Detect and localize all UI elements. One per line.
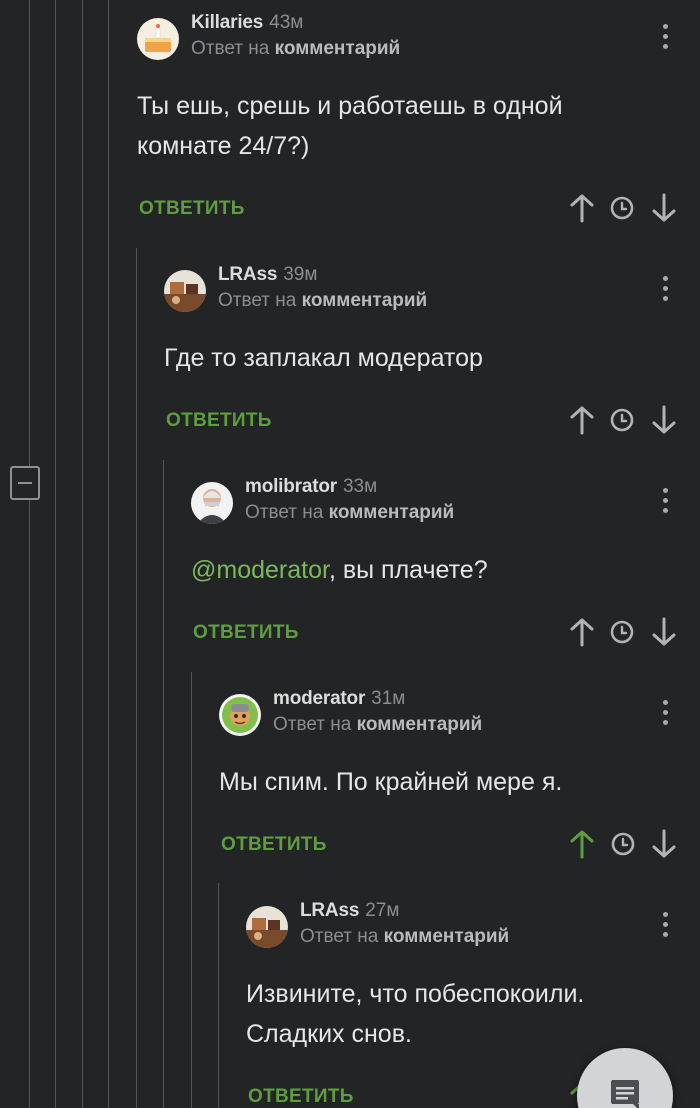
comment: moderator 31м Ответ на комментарий Мы спи…: [219, 676, 700, 876]
comment-header: LRAss 39м Ответ на комментарий: [164, 252, 700, 322]
comment-author[interactable]: Killaries: [191, 12, 263, 33]
comment-author[interactable]: moderator: [273, 688, 365, 709]
reply-target-link[interactable]: комментарий: [302, 290, 428, 311]
knight-avatar-icon[interactable]: [219, 694, 261, 736]
comment-list-icon: [611, 1080, 639, 1108]
reply-prefix: Ответ на: [273, 714, 352, 735]
reply-prefix: Ответ на: [218, 290, 297, 311]
reply-button[interactable]: ОТВЕТИТЬ: [139, 198, 245, 220]
comment-age: 31м: [371, 688, 406, 709]
more-vertical-icon[interactable]: [660, 22, 670, 52]
thread-line: [108, 0, 109, 1108]
comment-actions: ОТВЕТИТЬ: [137, 180, 700, 240]
reply-to-line: Ответ на комментарий: [191, 36, 400, 62]
comment-text-line: Сладких снов.: [246, 1020, 412, 1048]
comment-meta: LRAss 39м Ответ на комментарий: [218, 262, 427, 314]
comment-meta: LRAss 27м Ответ на комментарий: [300, 898, 509, 950]
comment-author[interactable]: LRAss: [300, 900, 359, 921]
comment-age: 27м: [365, 900, 400, 921]
arrow-up-icon[interactable]: [566, 404, 598, 436]
reply-button[interactable]: ОТВЕТИТЬ: [193, 622, 299, 644]
comments-thread-screen: Killaries 43м Ответ на комментарий Ты ешь…: [0, 0, 700, 1108]
collapse-branch-button[interactable]: [10, 466, 40, 500]
minus-square-icon: [18, 482, 32, 484]
comment-meta: Killaries 43м Ответ на комментарий: [191, 10, 400, 62]
comment-text: @moderator, вы плачете?: [191, 534, 700, 590]
comment: molibrator 33м Ответ на комментарий @mode…: [191, 464, 700, 664]
reply-to-line: Ответ на комментарий: [273, 712, 482, 738]
comment-text-line: комнате 24/7?): [137, 132, 310, 160]
comment-text: Мы спим. По крайней мере я.: [219, 746, 700, 802]
clock-icon[interactable]: [606, 192, 638, 224]
reply-to-line: Ответ на комментарий: [245, 500, 454, 526]
arrow-down-icon[interactable]: [648, 192, 680, 224]
thread-line: [82, 0, 83, 1108]
clock-icon[interactable]: [606, 404, 638, 436]
man-portrait-avatar-icon[interactable]: [191, 482, 233, 524]
reply-target-link[interactable]: комментарий: [357, 714, 483, 735]
comment-text-line: Мы спим. По крайней мере я.: [219, 768, 563, 796]
more-vertical-icon[interactable]: [660, 698, 670, 728]
clock-icon[interactable]: [607, 828, 639, 860]
reply-prefix: Ответ на: [300, 926, 379, 947]
comment-actions: ОТВЕТИТЬ: [219, 816, 700, 876]
reply-to-line: Ответ на комментарий: [300, 924, 509, 950]
comment-text: Ты ешь, срешь и работаешь в одной комнат…: [137, 70, 700, 166]
comment-age: 43м: [269, 12, 304, 33]
comment-text-line: Ты ешь, срешь и работаешь в одной: [137, 92, 563, 120]
reply-button[interactable]: ОТВЕТИТЬ: [166, 410, 272, 432]
desk-avatar-icon[interactable]: [164, 270, 206, 312]
comment-header: Killaries 43м Ответ на комментарий: [137, 0, 700, 70]
comment-meta: molibrator 33м Ответ на комментарий: [245, 474, 454, 526]
thread-line: [55, 0, 56, 1108]
comment-text-line: @moderator, вы плачете?: [191, 550, 640, 590]
reply-target-link[interactable]: комментарий: [384, 926, 510, 947]
comment-text: Извините, что побеспокоили. Сладких снов…: [246, 958, 700, 1054]
arrow-down-icon[interactable]: [648, 404, 680, 436]
comment-text-line: Где то заплакал модератор: [164, 344, 483, 372]
arrow-down-icon[interactable]: [648, 616, 680, 648]
reply-prefix: Ответ на: [191, 38, 270, 59]
comment-header: moderator 31м Ответ на комментарий: [219, 676, 700, 746]
reply-button[interactable]: ОТВЕТИТЬ: [248, 1086, 354, 1108]
comment-meta: moderator 31м Ответ на комментарий: [273, 686, 482, 738]
reply-prefix: Ответ на: [245, 502, 324, 523]
comment-author[interactable]: LRAss: [218, 264, 277, 285]
thread-line: [163, 460, 164, 1108]
cake-avatar-icon[interactable]: [137, 18, 179, 60]
reply-to-line: Ответ на комментарий: [218, 288, 427, 314]
clock-icon[interactable]: [606, 616, 638, 648]
comment-age: 39м: [283, 264, 318, 285]
comment-header: molibrator 33м Ответ на комментарий: [191, 464, 700, 534]
more-vertical-icon[interactable]: [660, 486, 670, 516]
thread-line: [191, 672, 192, 1108]
comment: LRAss 39м Ответ на комментарий Где то зап…: [164, 252, 700, 452]
comment-header: LRAss 27м Ответ на комментарий: [246, 888, 700, 958]
thread-line: [136, 248, 137, 1108]
more-vertical-icon[interactable]: [660, 274, 670, 304]
comment: Killaries 43м Ответ на комментарий Ты ешь…: [137, 0, 700, 240]
arrow-down-icon[interactable]: [648, 828, 680, 860]
more-vertical-icon[interactable]: [660, 910, 670, 940]
reply-target-link[interactable]: комментарий: [275, 38, 401, 59]
comment-age: 33м: [342, 476, 378, 497]
user-mention-link[interactable]: @moderator: [191, 556, 329, 584]
arrow-up-icon[interactable]: [566, 192, 598, 224]
thread-line: [29, 0, 30, 1108]
desk-avatar-icon[interactable]: [246, 906, 288, 948]
comment-author[interactable]: molibrator: [245, 476, 337, 497]
comment-actions: ОТВЕТИТЬ: [164, 392, 700, 452]
reply-target-link[interactable]: комментарий: [329, 502, 455, 523]
arrow-up-icon[interactable]: [566, 828, 598, 860]
thread-line: [218, 883, 219, 1108]
comment-text-line: Извините, что побеспокоили.: [246, 980, 585, 1008]
comment-actions: ОТВЕТИТЬ: [191, 604, 700, 664]
comment-text-fragment: , вы плачете?: [328, 556, 488, 584]
comment-text: Где то заплакал модератор: [164, 322, 700, 378]
reply-button[interactable]: ОТВЕТИТЬ: [221, 834, 327, 856]
arrow-up-icon[interactable]: [566, 616, 598, 648]
